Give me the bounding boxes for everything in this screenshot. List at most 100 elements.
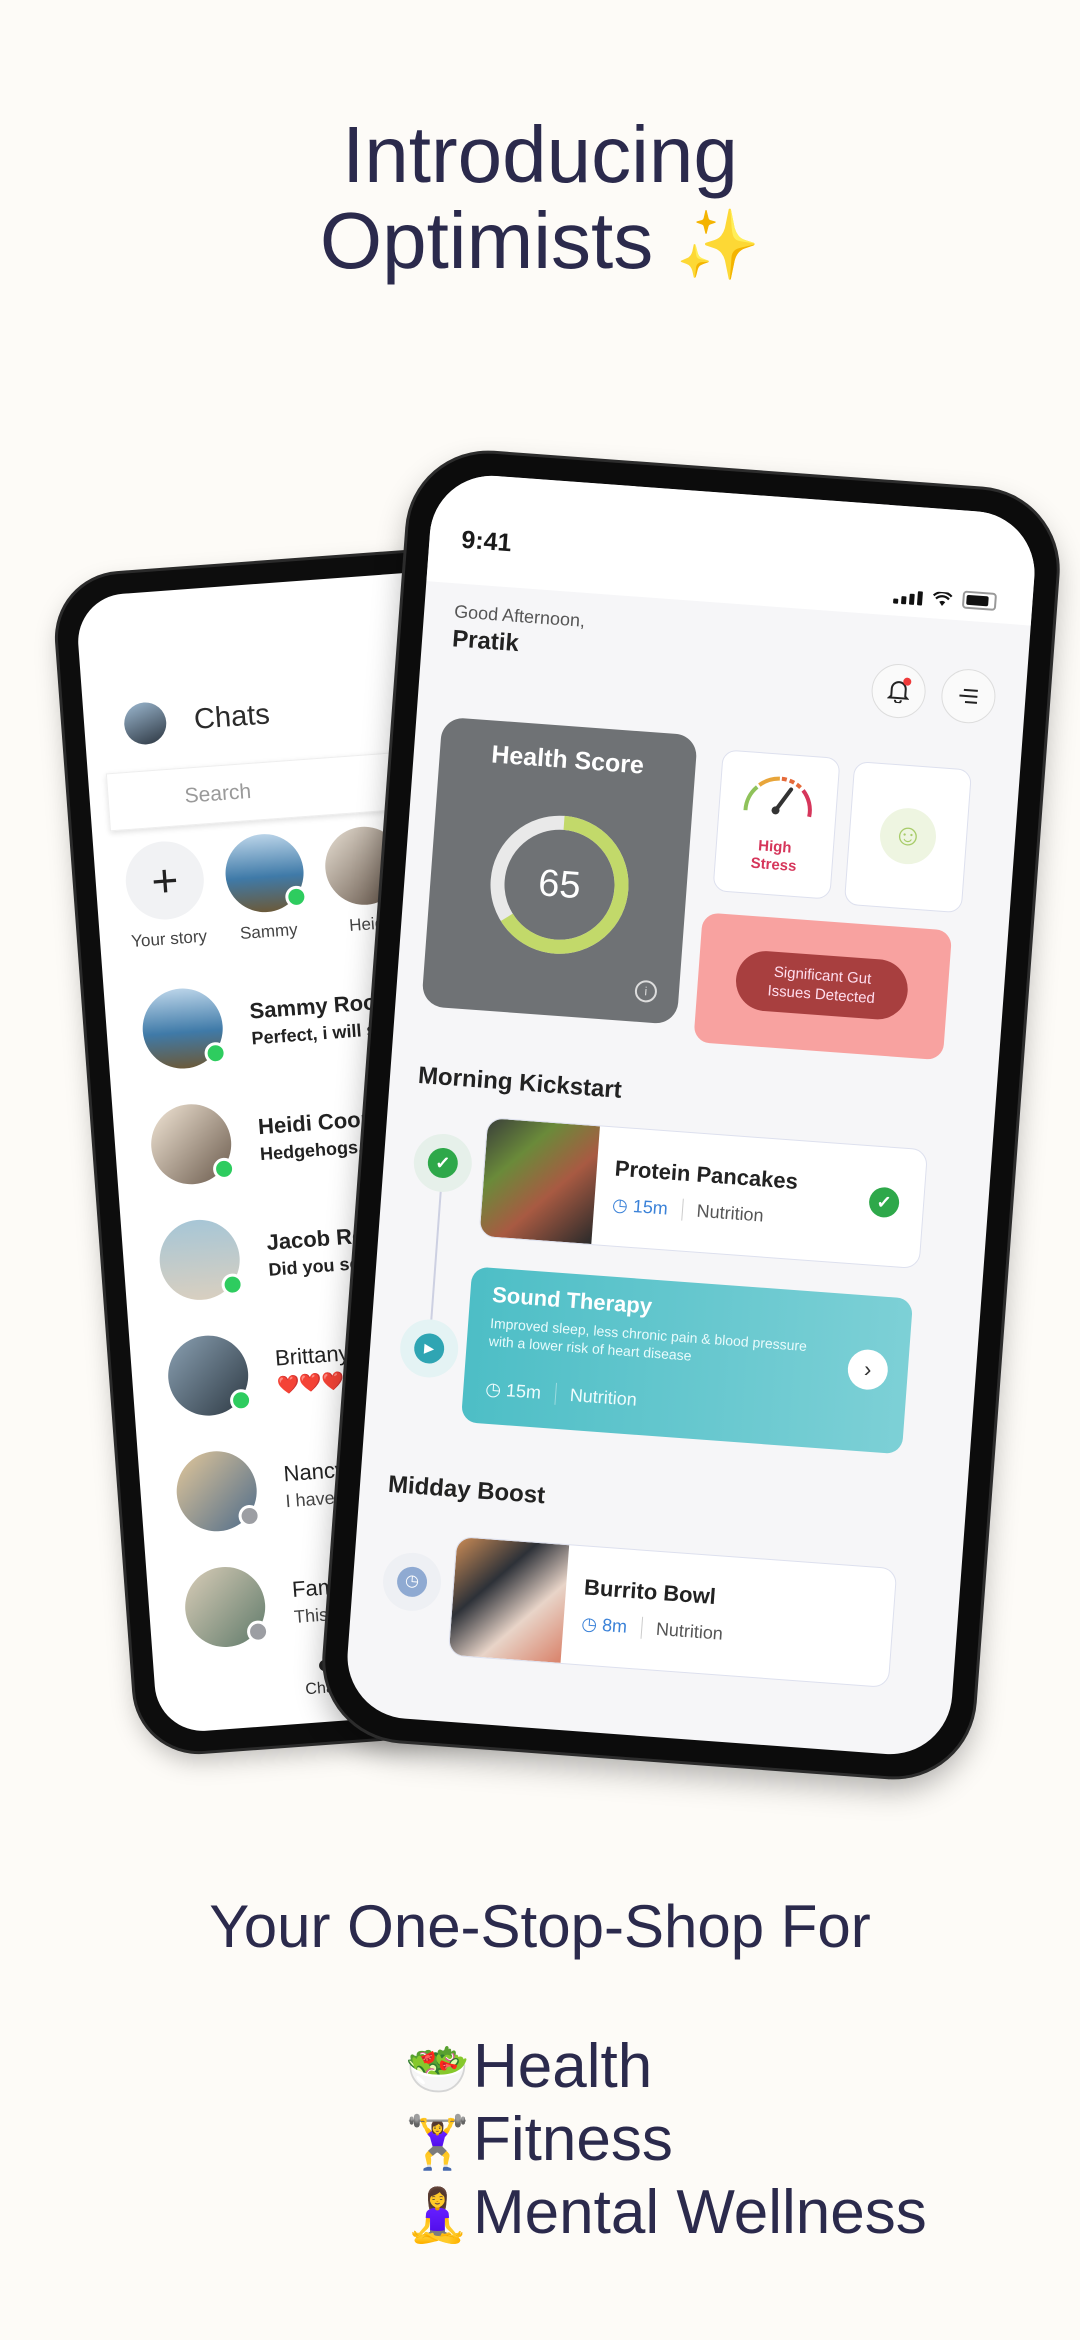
notifications-button[interactable] — [869, 662, 928, 720]
group-avatar — [182, 1564, 270, 1650]
stories-row: + Your story Sammy Heidi — [123, 824, 408, 952]
online-indicator — [220, 1272, 245, 1297]
hero-title-line2: Optimists — [319, 196, 654, 285]
contact-avatar — [165, 1332, 253, 1419]
clock-icon: ◷ — [396, 1565, 429, 1598]
feature-label: Mental Wellness — [473, 2178, 927, 2247]
last-message: Perfect, i will se — [250, 1018, 388, 1048]
weightlifter-icon: 🏋️‍♀️ — [405, 2114, 470, 2172]
group-avatar — [156, 1217, 245, 1303]
online-indicator — [203, 1041, 228, 1065]
gut-alert-badge[interactable]: Significant Gut Issues Detected — [733, 949, 910, 1022]
timeline-node-done: ✓ — [411, 1131, 474, 1194]
task-category: Nutrition — [569, 1384, 638, 1410]
contact-avatar — [139, 985, 228, 1072]
salad-icon: 🥗 — [405, 2041, 470, 2099]
chats-header: Chats — [122, 693, 271, 746]
task-category: Nutrition — [655, 1618, 724, 1644]
chats-title: Chats — [192, 697, 271, 736]
stress-gauge-icon — [743, 776, 812, 818]
task-card-burrito-bowl[interactable]: Burrito Bowl ◷ 8m Nutrition — [447, 1535, 898, 1689]
story-avatar — [222, 831, 309, 915]
wifi-icon — [932, 591, 953, 607]
status-bar: 9:41 — [426, 471, 1039, 626]
task-description: Improved sleep, less chronic pain & bloo… — [488, 1314, 808, 1364]
completed-check-icon[interactable]: ✓ — [868, 1186, 901, 1219]
feature-mental-wellness: 🧘‍♀️Mental Wellness — [405, 2178, 927, 2251]
health-score-title: Health Score — [490, 740, 645, 780]
smiley-icon: ☺ — [878, 806, 938, 867]
task-title: Sound Therapy — [491, 1281, 653, 1319]
feature-health: 🥗Health — [405, 2032, 927, 2105]
timeline-node-active: ▶ — [398, 1317, 461, 1380]
task-title: Protein Pancakes — [613, 1155, 799, 1194]
contact-name: Brittany — [274, 1339, 351, 1371]
health-screen: 9:41 Good Afternoon, Pratik Health Score… — [343, 471, 1039, 1759]
sparkles-icon: ✨ — [675, 207, 761, 283]
task-meta: ◷ 8m Nutrition — [581, 1612, 724, 1644]
hero-title: Introducing Optimists ✨ — [0, 112, 1080, 288]
task-duration: 8m — [601, 1614, 628, 1637]
contact-avatar — [148, 1101, 236, 1188]
task-meta: ◷ 15m Nutrition — [611, 1193, 765, 1227]
section-title-midday: Midday Boost — [387, 1470, 547, 1510]
clock-icon: ◷ — [611, 1193, 634, 1216]
story-label: Sammy — [239, 919, 299, 944]
online-indicator — [229, 1388, 253, 1413]
contact-avatar — [173, 1448, 262, 1535]
stress-label: High Stress — [750, 837, 798, 876]
health-phone-mockup: 9:41 Good Afternoon, Pratik Health Score… — [319, 447, 1063, 1783]
notification-badge — [903, 677, 912, 686]
add-story-icon: + — [123, 838, 207, 923]
clock-icon: ◷ — [484, 1378, 507, 1400]
last-message: ❤️❤️❤️ — [276, 1370, 345, 1396]
story-sammy[interactable]: Sammy — [222, 831, 309, 944]
chevron-right-button[interactable]: › — [846, 1348, 890, 1392]
story-your-story[interactable]: + Your story — [123, 838, 209, 952]
health-score-card[interactable]: Health Score 65 i — [421, 716, 698, 1025]
task-card-protein-pancakes[interactable]: Protein Pancakes ◷ 15m Nutrition ✓ — [478, 1117, 929, 1270]
info-icon[interactable]: i — [634, 979, 658, 1004]
feature-list: 🥗Health 🏋️‍♀️Fitness 🧘‍♀️Mental Wellness — [405, 2032, 927, 2251]
status-time: 9:41 — [460, 525, 513, 558]
task-category: Nutrition — [696, 1200, 765, 1226]
signal-icon — [893, 589, 923, 606]
timeline-node-pending: ◷ — [381, 1550, 444, 1613]
task-image — [479, 1118, 600, 1245]
feature-fitness: 🏋️‍♀️Fitness — [405, 2105, 927, 2178]
search-placeholder: Search — [183, 779, 252, 808]
stress-card[interactable]: High Stress — [712, 749, 841, 900]
battery-icon — [961, 590, 998, 611]
section-title-morning: Morning Kickstart — [417, 1061, 623, 1104]
clock-icon: ◷ — [580, 1612, 603, 1635]
check-icon: ✓ — [426, 1146, 459, 1180]
meta-divider — [680, 1198, 684, 1221]
meditation-icon: 🧘‍♀️ — [405, 2187, 470, 2245]
offline-indicator — [237, 1504, 262, 1528]
online-indicator — [212, 1157, 236, 1181]
task-duration: 15m — [505, 1379, 542, 1403]
meta-divider — [640, 1616, 643, 1639]
contact-name: Jacob Ro — [265, 1222, 367, 1255]
gut-alert-card[interactable]: Significant Gut Issues Detected — [693, 912, 953, 1061]
offline-indicator — [246, 1619, 270, 1644]
status-icons — [893, 585, 998, 611]
task-duration: 15m — [632, 1195, 669, 1219]
menu-icon — [959, 688, 978, 704]
task-meta: ◷ 15m Nutrition — [485, 1378, 638, 1411]
meta-divider — [554, 1382, 557, 1405]
feature-label: Fitness — [473, 2105, 673, 2174]
hero-title-line1: Introducing — [342, 110, 738, 199]
mood-card[interactable]: ☺ — [843, 761, 973, 914]
profile-avatar[interactable] — [122, 700, 168, 746]
user-name: Pratik — [451, 625, 520, 658]
online-indicator — [284, 885, 309, 909]
health-score-value: 65 — [536, 862, 583, 908]
tagline: Your One-Stop-Shop For — [209, 1893, 871, 1960]
task-image — [448, 1537, 570, 1663]
menu-button[interactable] — [939, 667, 998, 726]
play-icon: ▶ — [413, 1332, 446, 1365]
task-title: Burrito Bowl — [583, 1574, 717, 1610]
story-label: Your story — [130, 926, 208, 952]
task-card-sound-therapy[interactable]: Sound Therapy Improved sleep, less chron… — [460, 1266, 914, 1455]
